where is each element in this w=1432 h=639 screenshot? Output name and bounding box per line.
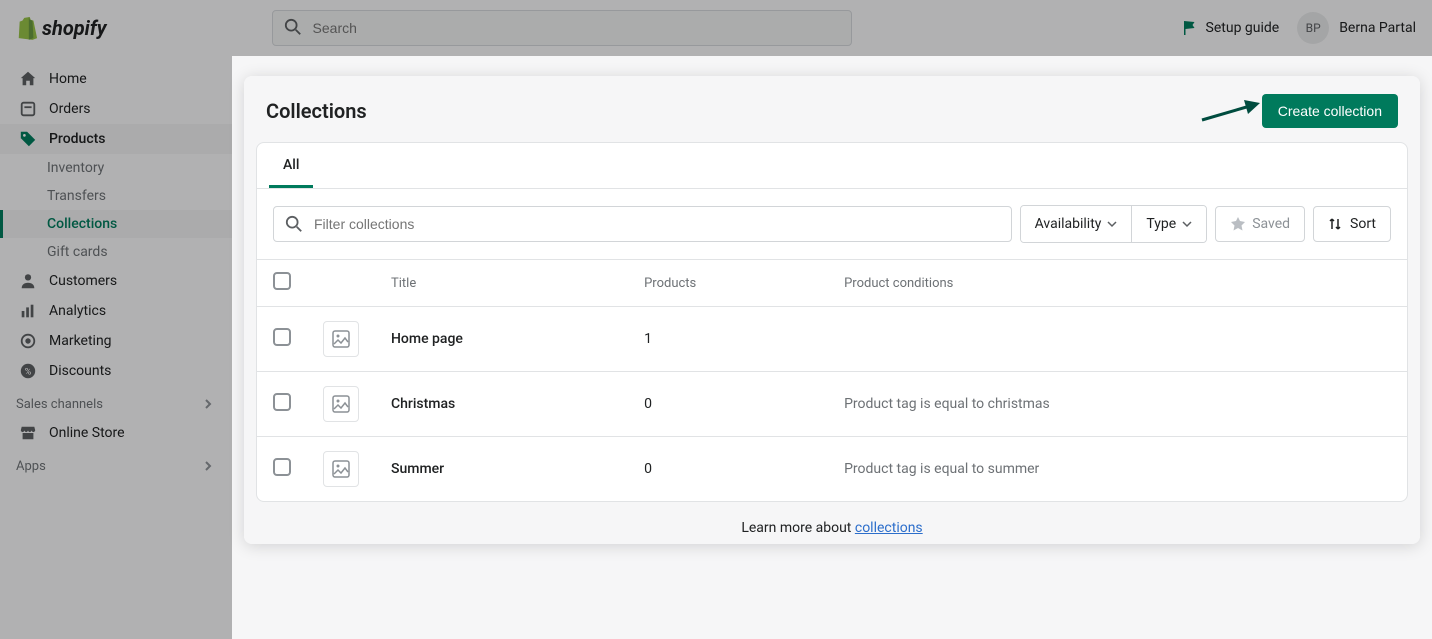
row-checkbox[interactable] xyxy=(273,328,291,346)
collection-thumbnail xyxy=(323,386,359,422)
saved-button: Saved xyxy=(1215,206,1305,242)
filter-collections-input[interactable] xyxy=(273,206,1012,242)
select-all-checkbox[interactable] xyxy=(273,272,291,290)
create-collection-button[interactable]: Create collection xyxy=(1262,94,1398,128)
table-row[interactable]: Home page 1 xyxy=(257,307,1407,372)
modal-dim-overlay xyxy=(0,56,232,639)
column-title: Title xyxy=(375,260,628,307)
collection-conditions xyxy=(828,307,1407,372)
image-icon xyxy=(331,394,351,414)
sort-button[interactable]: Sort xyxy=(1313,206,1391,242)
availability-filter[interactable]: Availability xyxy=(1021,206,1132,242)
footer-prefix: Learn more about xyxy=(741,520,855,536)
row-checkbox[interactable] xyxy=(273,393,291,411)
collection-conditions: Product tag is equal to christmas xyxy=(828,372,1407,437)
image-icon xyxy=(331,329,351,349)
star-icon xyxy=(1230,216,1246,232)
collection-title: Summer xyxy=(391,461,444,477)
saved-label: Saved xyxy=(1252,216,1290,232)
collections-table: Title Products Product conditions Home p… xyxy=(257,260,1407,501)
availability-label: Availability xyxy=(1035,216,1102,232)
type-filter[interactable]: Type xyxy=(1131,206,1206,242)
column-conditions: Product conditions xyxy=(828,260,1407,307)
caret-down-icon xyxy=(1182,219,1192,229)
collection-title: Home page xyxy=(391,331,463,347)
collection-products-count: 0 xyxy=(628,437,828,502)
type-label: Type xyxy=(1146,216,1176,232)
sort-icon xyxy=(1328,217,1342,231)
filter-pill-group: Availability Type xyxy=(1020,205,1208,243)
page-title: Collections xyxy=(266,99,367,123)
footer-note: Learn more about collections xyxy=(244,502,1420,544)
search-icon xyxy=(285,215,303,233)
caret-down-icon xyxy=(1107,219,1117,229)
collection-thumbnail xyxy=(323,321,359,357)
collection-products-count: 1 xyxy=(628,307,828,372)
row-checkbox[interactable] xyxy=(273,458,291,476)
tabs: All xyxy=(257,143,1407,189)
column-products: Products xyxy=(628,260,828,307)
modal-dim-overlay xyxy=(0,0,1432,56)
filters-row: Availability Type Saved xyxy=(257,189,1407,260)
tab-all[interactable]: All xyxy=(269,143,313,188)
collection-title: Christmas xyxy=(391,396,455,412)
collections-card: All Availability xyxy=(256,142,1408,502)
collection-thumbnail xyxy=(323,451,359,487)
annotation-arrow-icon xyxy=(1200,100,1260,124)
collections-help-link[interactable]: collections xyxy=(855,520,923,536)
collections-panel: Collections Create collection All xyxy=(244,76,1420,544)
table-row[interactable]: Christmas 0Product tag is equal to christ… xyxy=(257,372,1407,437)
collection-products-count: 0 xyxy=(628,372,828,437)
content-area: Collections Create collection All xyxy=(232,56,1432,639)
collection-conditions: Product tag is equal to summer xyxy=(828,437,1407,502)
image-icon xyxy=(331,459,351,479)
table-row[interactable]: Summer 0Product tag is equal to summer xyxy=(257,437,1407,502)
sort-label: Sort xyxy=(1350,216,1376,232)
